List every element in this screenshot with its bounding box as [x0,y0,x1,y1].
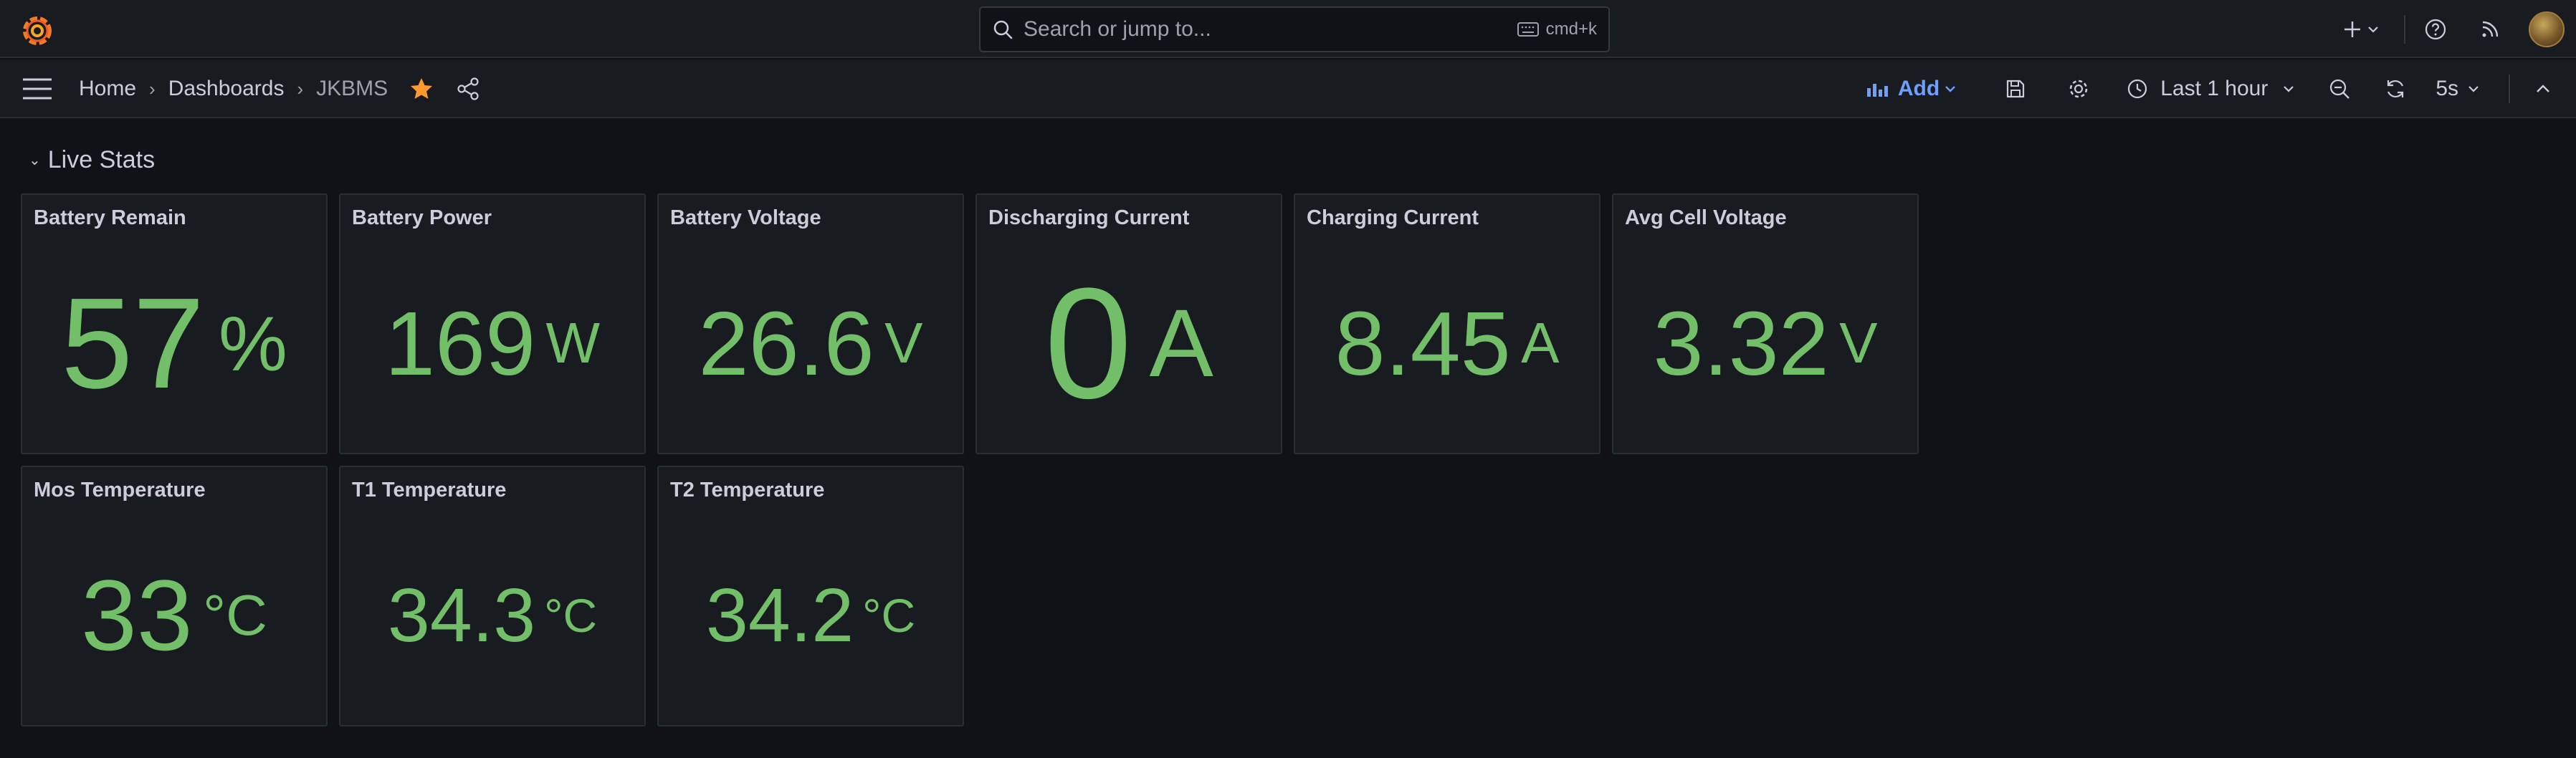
stat-unit: A [1149,289,1213,397]
panel-title: Charging Current [1307,206,1479,229]
stat-panel-battery-power[interactable]: Battery Power 169 W [339,193,646,454]
search-icon [993,20,1013,39]
add-button-label: Add [1897,77,1940,100]
panel-title: Battery Power [352,206,492,229]
dashboard-settings-button[interactable] [2063,73,2094,105]
panel-title: Mos Temperature [34,479,206,502]
grafana-logo-icon[interactable] [22,14,53,46]
hamburger-menu-icon[interactable] [22,77,53,101]
refresh-icon[interactable] [2384,77,2407,100]
dashboard-nav-bar: Home › Dashboards › JKBMS Add Last 1 hou… [0,59,2576,118]
collapse-toolbar-button[interactable] [2527,73,2559,105]
breadcrumb: Home › Dashboards › JKBMS [79,59,388,118]
search-input[interactable]: Search or jump to... cmd+k [979,6,1610,52]
stat-value: 169 W [340,234,644,453]
row-title: Live Stats [47,145,156,173]
chevron-down-icon [1945,86,1956,92]
stat-panel-charging-current[interactable]: Charging Current 8.45 A [1294,193,1601,454]
stat-unit: A [1521,311,1560,375]
add-panel-icon [1866,84,1888,97]
divider [2404,14,2405,44]
star-icon[interactable] [409,76,434,102]
search-placeholder: Search or jump to... [1024,17,1211,41]
row-toggle-live-stats[interactable]: ⌄ Live Stats [29,143,155,176]
panel-title: T1 Temperature [352,479,507,502]
plus-icon [2344,21,2360,37]
stat-unit: °C [544,589,598,642]
breadcrumb-home[interactable]: Home [79,77,136,101]
topbar-actions [2332,0,2576,58]
panel-title: Battery Voltage [670,206,821,229]
stat-number: 26.6 [698,292,874,394]
stat-unit: W [545,311,601,375]
stat-panel-t2-temperature[interactable]: T2 Temperature 34.2 °C [657,466,964,726]
stat-unit: °C [203,583,267,647]
stat-unit: °C [862,589,916,642]
chevron-right-icon: › [149,77,156,100]
chevron-down-icon [2468,86,2479,92]
refresh-picker[interactable]: 5s [2384,77,2480,101]
add-button[interactable]: Add [1866,77,1964,101]
stat-unit: % [218,299,287,387]
help-button[interactable] [2420,8,2451,51]
panel-title: Battery Remain [34,206,186,229]
stat-panel-battery-voltage[interactable]: Battery Voltage 26.6 V [657,193,964,454]
gear-icon [2069,80,2088,98]
panel-title: Avg Cell Voltage [1625,206,1787,229]
stat-unit: V [1839,311,1878,375]
shortcut-label: cmd+k [1545,19,1597,39]
help-circle-icon [2425,19,2446,39]
stat-value: 34.3 °C [340,506,644,725]
stat-number: 169 [384,292,536,394]
time-range-picker[interactable]: Last 1 hour [2126,77,2295,101]
stat-number: 34.2 [705,572,854,658]
chevron-up-icon [2537,85,2549,92]
stat-value: 8.45 A [1295,234,1599,453]
top-bar: Search or jump to... cmd+k [0,0,2576,58]
divider [2509,75,2510,103]
stat-panel-discharging-current[interactable]: Discharging Current 0 A [975,193,1282,454]
stat-value: 0 A [977,234,1281,453]
chevron-down-icon [2368,26,2378,33]
breadcrumb-current: JKBMS [316,77,388,100]
dashboard-toolbar: Add Last 1 hour 5s [1866,59,2576,118]
zoom-out-icon [2330,79,2350,99]
stat-number: 34.3 [387,572,536,658]
stat-value: 33 °C [22,506,326,725]
panel-title: Discharging Current [988,206,1190,229]
panel-title: T2 Temperature [670,479,825,502]
save-dashboard-button[interactable] [2000,73,2031,105]
stat-panel-mos-temperature[interactable]: Mos Temperature 33 °C [21,466,328,726]
chevron-down-icon: ⌄ [29,152,41,168]
new-menu-button[interactable] [2332,8,2390,51]
stat-number: 57 [61,271,205,416]
share-icon[interactable] [456,77,480,101]
stat-value: 3.32 V [1613,234,1917,453]
stat-value: 57 % [22,234,326,453]
stat-panel-t1-temperature[interactable]: T1 Temperature 34.3 °C [339,466,646,726]
news-button[interactable] [2474,8,2506,51]
stat-panel-avg-cell-voltage[interactable]: Avg Cell Voltage 3.32 V [1612,193,1919,454]
keyboard-icon [1517,22,1539,37]
chevron-right-icon: › [297,77,304,100]
stat-number: 3.32 [1653,292,1829,394]
time-range-label: Last 1 hour [2160,77,2269,100]
stat-number: 33 [81,559,193,671]
breadcrumb-dashboards[interactable]: Dashboards [168,77,285,101]
rss-icon [2482,21,2499,37]
stat-unit: V [884,311,923,375]
save-icon [2007,80,2025,98]
chevron-down-icon [2284,86,2294,92]
stat-number: 8.45 [1335,292,1511,394]
dashboard-title-actions [409,59,480,118]
stat-value: 34.2 °C [659,506,963,725]
shortcut-hint: cmd+k [1517,19,1597,39]
stat-number: 0 [1044,254,1132,431]
zoom-out-button[interactable] [2324,73,2355,105]
stat-value: 26.6 V [659,234,963,453]
user-avatar[interactable] [2529,11,2565,47]
stat-panel-battery-remain[interactable]: Battery Remain 57 % [21,193,328,454]
refresh-interval-label: 5s [2436,77,2458,100]
clock-icon [2128,79,2147,99]
